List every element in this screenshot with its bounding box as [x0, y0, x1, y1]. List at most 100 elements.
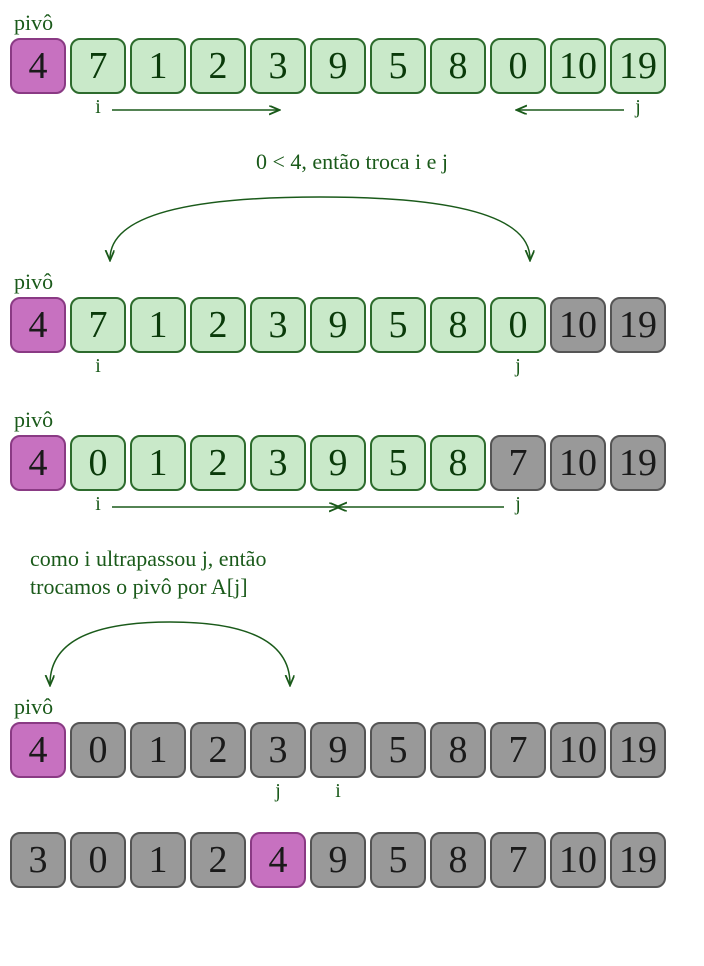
pointer-cell: i — [70, 493, 126, 515]
array-cell: 8 — [430, 435, 486, 491]
pointer-cell — [610, 355, 666, 377]
pointer-cell — [550, 96, 606, 118]
array-cell: 5 — [370, 832, 426, 888]
array-row: 4712395801019 — [10, 38, 694, 94]
swap-curve — [22, 608, 682, 688]
array-cell: 8 — [430, 38, 486, 94]
array-cell: 0 — [490, 38, 546, 94]
pointer-cell — [370, 96, 426, 118]
array-cell: 0 — [70, 832, 126, 888]
array-cell: 2 — [190, 722, 246, 778]
pointer-cell — [310, 355, 366, 377]
array-cell: 7 — [70, 297, 126, 353]
array-cell: 7 — [490, 722, 546, 778]
pointer-cell — [10, 780, 66, 802]
pointer-row: ij — [10, 493, 694, 515]
pointer-cell — [550, 355, 606, 377]
step-3: como i ultrapassou j, entãotrocamos o pi… — [10, 545, 694, 802]
array-cell: 8 — [430, 297, 486, 353]
array-cell: 4 — [250, 832, 306, 888]
array-cell: 19 — [610, 38, 666, 94]
pointer-cell: i — [70, 355, 126, 377]
array-cell: 10 — [550, 832, 606, 888]
array-cell: 0 — [70, 722, 126, 778]
step-1: 0 < 4, então troca i e j pivô47123958010… — [10, 148, 694, 377]
pointer-cell — [10, 355, 66, 377]
array-cell: 9 — [310, 435, 366, 491]
pointer-cell: j — [490, 355, 546, 377]
pointer-cell — [190, 780, 246, 802]
array-row: 4712395801019 — [10, 297, 694, 353]
array-cell: 7 — [490, 832, 546, 888]
array-cell: 19 — [610, 832, 666, 888]
pointer-cell: j — [250, 780, 306, 802]
pointer-cell — [430, 96, 486, 118]
array-cell: 10 — [550, 38, 606, 94]
step-2: pivô4012395871019ij — [10, 407, 694, 515]
array-cell: 1 — [130, 435, 186, 491]
step-4: 3012495871019 — [10, 832, 694, 888]
pointer-cell — [370, 355, 426, 377]
pointer-cell — [490, 780, 546, 802]
array-cell: 5 — [370, 297, 426, 353]
swap-curve — [22, 183, 682, 263]
array-cell: 3 — [250, 38, 306, 94]
pointer-cell — [250, 96, 306, 118]
pointer-row: ij — [10, 355, 694, 377]
pointer-cell — [550, 493, 606, 515]
array-cell: 10 — [550, 297, 606, 353]
pointer-cell — [10, 493, 66, 515]
pointer-cell — [610, 493, 666, 515]
array-cell: 19 — [610, 297, 666, 353]
diagram-container: pivô4712395801019ij 0 < 4, então troca i… — [10, 10, 694, 888]
pointer-cell — [430, 780, 486, 802]
pointer-cell — [130, 96, 186, 118]
pivot-label: pivô — [10, 269, 694, 295]
array-cell: 3 — [250, 435, 306, 491]
array-cell: 7 — [70, 38, 126, 94]
array-cell: 5 — [370, 38, 426, 94]
array-cell: 8 — [430, 832, 486, 888]
pointer-cell — [130, 355, 186, 377]
pointer-cell — [310, 493, 366, 515]
pointer-cell — [250, 355, 306, 377]
array-cell: 2 — [190, 297, 246, 353]
pointer-row: ij — [10, 96, 694, 118]
array-cell: 10 — [550, 435, 606, 491]
array-cell: 4 — [10, 435, 66, 491]
array-cell: 4 — [10, 38, 66, 94]
array-cell: 0 — [70, 435, 126, 491]
array-cell: 3 — [250, 297, 306, 353]
pointer-cell: j — [490, 493, 546, 515]
array-cell: 4 — [10, 297, 66, 353]
pointer-cell: i — [310, 780, 366, 802]
array-cell: 1 — [130, 38, 186, 94]
pivot-label: pivô — [10, 10, 694, 36]
array-cell: 19 — [610, 722, 666, 778]
array-cell: 5 — [370, 722, 426, 778]
array-cell: 3 — [10, 832, 66, 888]
pointer-cell — [130, 780, 186, 802]
array-cell: 4 — [10, 722, 66, 778]
pointer-cell — [430, 355, 486, 377]
pointer-cell — [70, 780, 126, 802]
step-0: pivô4712395801019ij — [10, 10, 694, 118]
array-cell: 19 — [610, 435, 666, 491]
step-note: como i ultrapassou j, entãotrocamos o pi… — [10, 545, 694, 602]
pointer-cell — [430, 493, 486, 515]
pointer-cell — [130, 493, 186, 515]
pointer-cell — [190, 355, 246, 377]
pointer-cell — [370, 493, 426, 515]
array-cell: 1 — [130, 722, 186, 778]
array-cell: 5 — [370, 435, 426, 491]
array-cell: 2 — [190, 435, 246, 491]
pointer-cell: i — [70, 96, 126, 118]
pointer-cell — [250, 493, 306, 515]
pointer-cell — [10, 96, 66, 118]
array-cell: 9 — [310, 722, 366, 778]
array-cell: 9 — [310, 832, 366, 888]
array-cell: 10 — [550, 722, 606, 778]
pivot-label: pivô — [10, 694, 694, 720]
array-cell: 1 — [130, 297, 186, 353]
pointer-cell — [370, 780, 426, 802]
